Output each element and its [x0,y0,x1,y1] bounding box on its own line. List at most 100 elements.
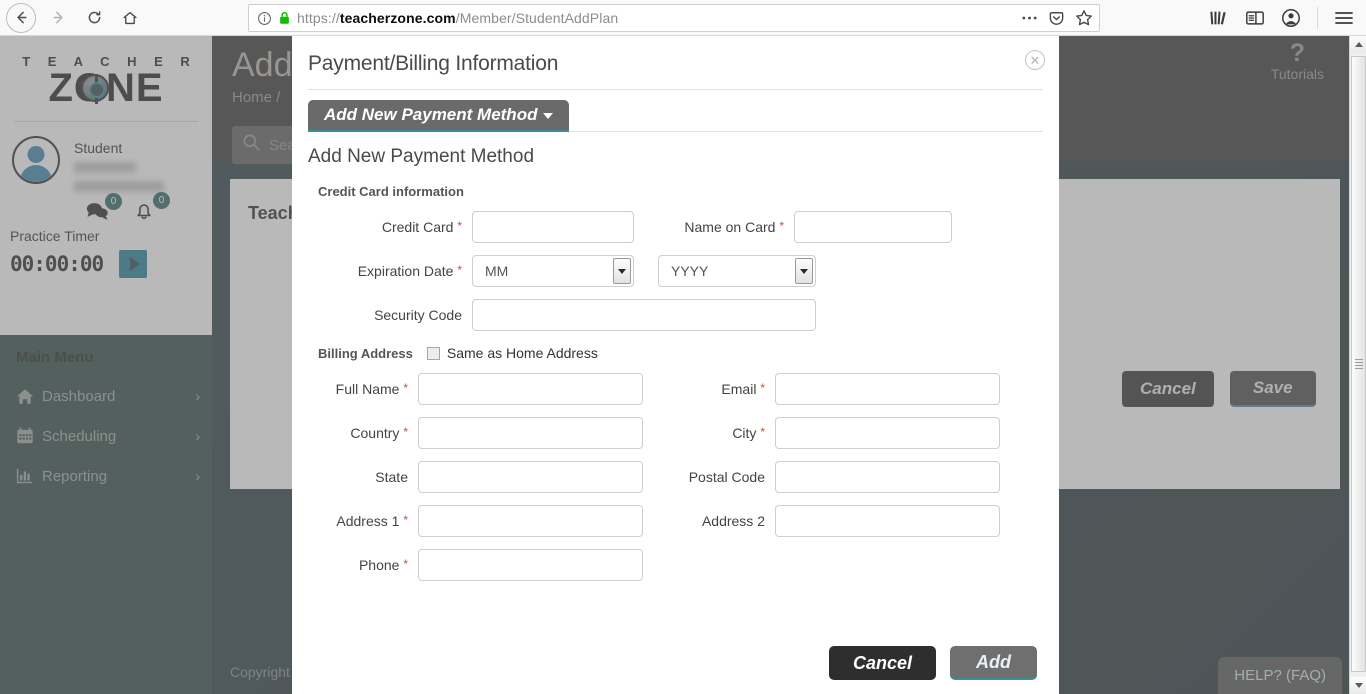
label-text: Name on Card [684,219,776,235]
field-email: Email * [643,373,1000,405]
modal-title: Payment/Billing Information [308,52,559,75]
city-input[interactable] [775,417,1000,449]
url-path: /Member/StudentAddPlan [455,10,619,26]
postal-code-input[interactable] [775,461,1000,493]
browser-nav-buttons [0,2,147,33]
scroll-up-button[interactable] [1350,36,1366,53]
label-name-on-card: Name on Card * [634,219,794,235]
modal-header: Payment/Billing Information ✕ [292,36,1059,76]
full-name-input[interactable] [418,373,643,405]
chevron-down-icon [543,113,554,119]
label-text: Credit Card [381,219,454,235]
required-marker: * [779,219,784,233]
form-row-country-city: Country * City * [292,417,1059,449]
label-text: Address 1 [336,513,400,529]
modal-add-button[interactable]: Add [950,646,1037,680]
required-marker: * [403,381,408,395]
label-postal-code: Postal Code [688,469,765,485]
form-row-credit-card: Credit Card * Name on Card * [292,211,1059,243]
expiration-month-select[interactable]: MM [472,255,634,287]
credit-card-input[interactable] [472,211,634,243]
label-text: Phone [358,557,400,573]
pocket-icon[interactable] [1048,10,1065,27]
field-expiration-date: Expiration Date * MM YYYY [292,255,816,287]
label-credit-card: Credit Card * [292,219,472,235]
same-as-home-label: Same as Home Address [446,345,598,361]
home-button[interactable] [113,3,147,33]
form-row-name-email: Full Name * Email * [292,373,1059,405]
form-row-phone: Phone * [292,549,1059,581]
scroll-down-button[interactable] [1350,677,1366,694]
form-row-expiration: Expiration Date * MM YYYY [292,255,1059,287]
browser-toolbar-right [1209,0,1366,36]
secure-lock-icon [278,11,291,25]
label-full-name: Full Name * [292,381,418,397]
field-phone: Phone * [292,549,643,581]
field-country: Country * [292,417,643,449]
billing-address-legend: Billing Address [318,345,413,361]
section-title: Add New Payment Method [308,146,535,167]
field-state: State [292,461,643,493]
required-marker: * [457,219,462,233]
expiration-month-value: MM [485,263,509,279]
label-email: Email * [643,381,775,397]
label-text: City [732,425,757,441]
same-as-home-checkbox[interactable]: Same as Home Address [426,345,598,361]
required-marker: * [457,263,462,277]
url-text: https://teacherzone.com/Member/StudentAd… [297,10,618,26]
security-code-input[interactable] [472,299,816,331]
page-viewport: Add Home / Sea Teach Cancel Save Copyrig… [0,36,1366,694]
chevron-down-icon [795,258,813,284]
payment-billing-modal: Payment/Billing Information ✕ Add New Pa… [292,36,1059,694]
label-security-code: Security Code [374,307,462,323]
chevron-down-icon [613,258,631,284]
url-bar[interactable]: https://teacherzone.com/Member/StudentAd… [248,4,1100,32]
hamburger-menu-icon[interactable] [1334,10,1354,26]
required-marker: * [403,513,408,527]
close-circle-icon[interactable]: ✕ [1025,50,1045,70]
checkbox-box[interactable] [426,346,440,360]
email-input[interactable] [775,373,1000,405]
back-button[interactable] [6,2,36,33]
address2-input[interactable] [775,505,1000,537]
label-country: Country * [292,425,418,441]
state-input[interactable] [418,461,643,493]
label-city: City * [643,425,775,441]
label-expiration-date: Expiration Date * [292,263,472,279]
ellipsis-icon[interactable] [1021,15,1038,21]
name-on-card-input[interactable] [794,211,952,243]
modal-header-divider [308,89,1043,90]
page-info-icon[interactable] [257,11,272,26]
phone-input[interactable] [418,549,643,581]
field-name-on-card: Name on Card * [634,211,952,243]
field-city: City * [643,417,1000,449]
label-address1: Address 1 * [292,513,418,529]
address1-input[interactable] [418,505,643,537]
forward-button[interactable] [41,3,75,33]
modal-cancel-button[interactable]: Cancel [828,646,936,680]
scrollbar-thumb[interactable] [1351,56,1366,672]
page-scrollbar[interactable] [1349,36,1366,694]
field-credit-card: Credit Card * [292,211,634,243]
scrollbar-grip [1354,357,1363,371]
field-security-code: Security Code [292,299,816,331]
field-full-name: Full Name * [292,373,643,405]
billing-address-header: Billing Address Same as Home Address [292,331,1059,361]
label-text: Expiration Date [357,263,454,279]
tab-add-new-payment-method[interactable]: Add New Payment Method [308,100,570,132]
label-text: Country [350,425,400,441]
form-row-address: Address 1 * Address 2 [292,505,1059,537]
library-icon[interactable] [1209,9,1229,27]
country-input[interactable] [418,417,643,449]
account-icon[interactable] [1281,8,1301,28]
form-row-state-postal: State Postal Code [292,461,1059,493]
tab-label: Add New Payment Method [324,104,538,124]
reload-button[interactable] [77,3,111,33]
expiration-year-select[interactable]: YYYY [658,255,816,287]
field-address1: Address 1 * [292,505,643,537]
expiration-year-value: YYYY [671,263,709,279]
star-bookmark-icon[interactable] [1075,9,1093,27]
url-bar-actions [1021,5,1093,31]
sidebar-icon[interactable] [1245,9,1265,27]
label-text: Email [721,381,757,397]
